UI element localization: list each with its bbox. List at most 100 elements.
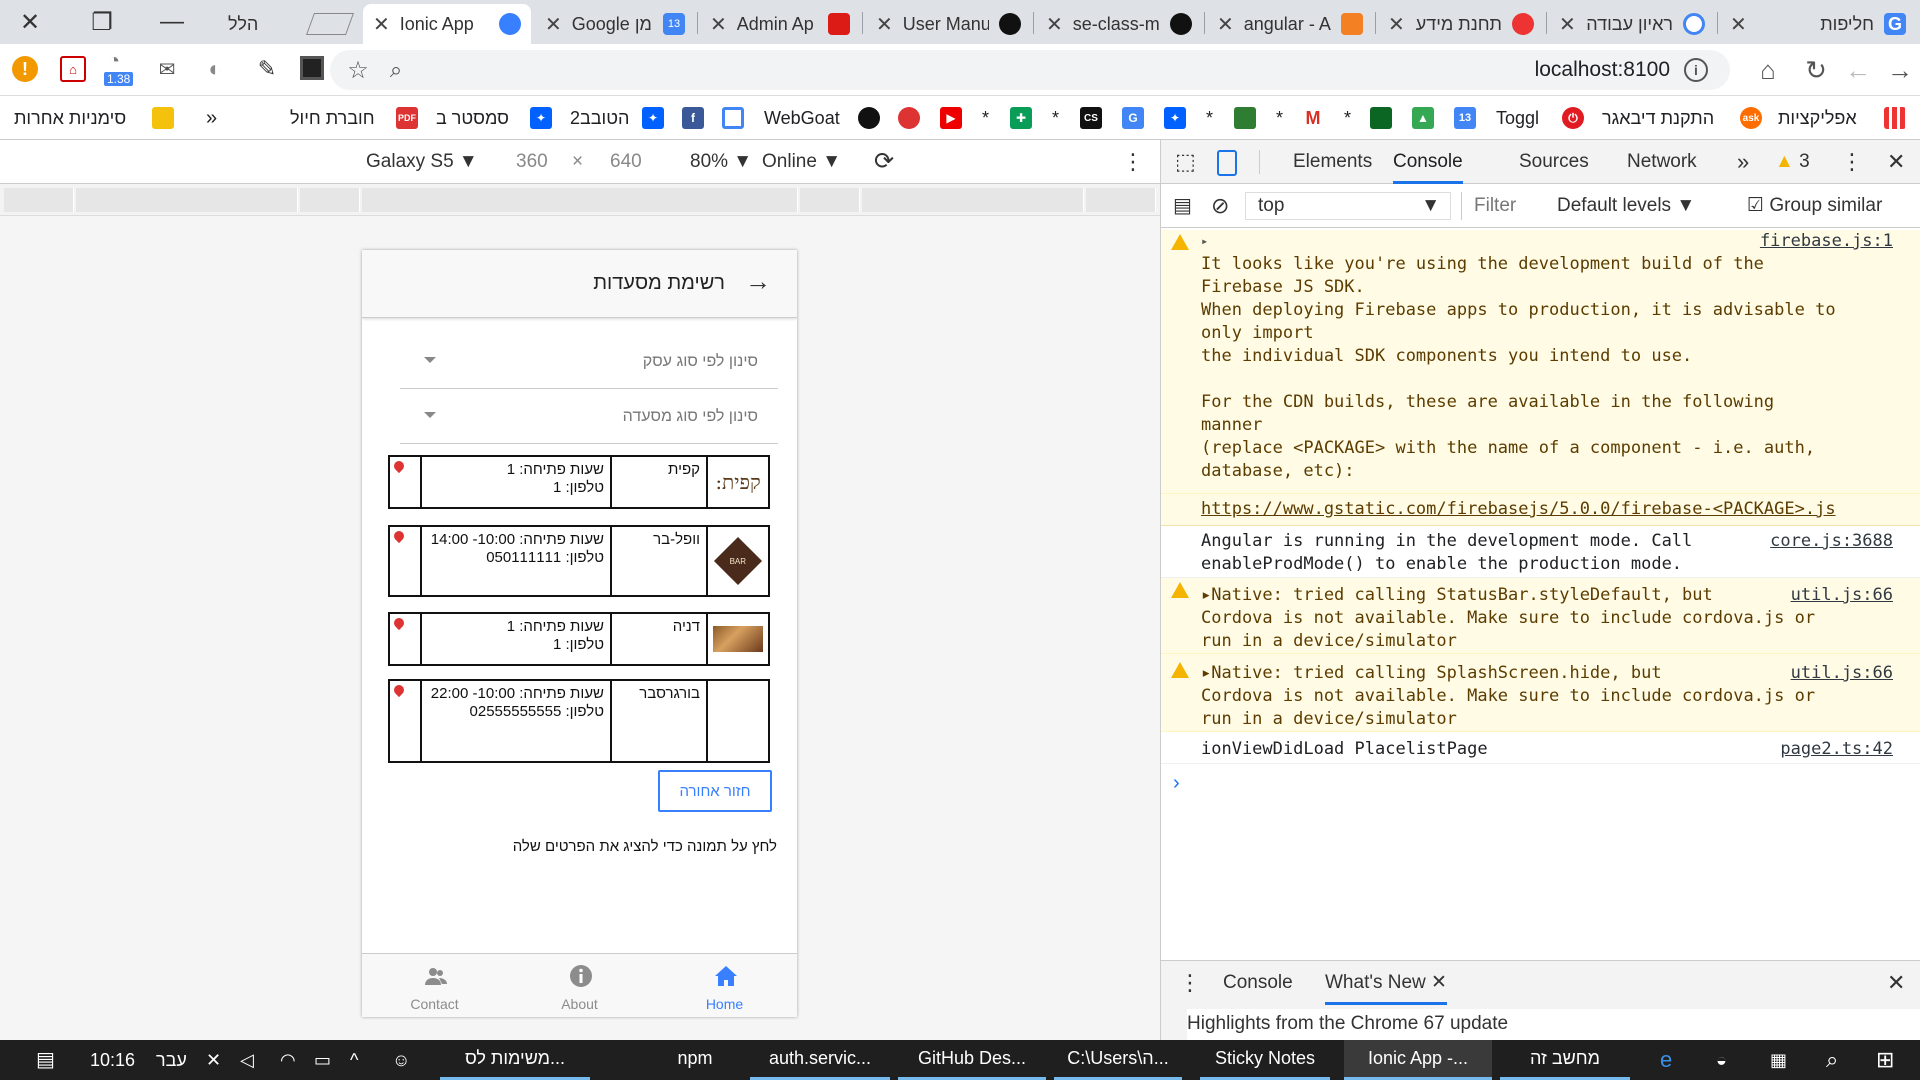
start-icon[interactable]: ⊞ — [1876, 1040, 1894, 1080]
message-source-link[interactable]: firebase.js:1 — [1760, 230, 1893, 253]
message-source-link[interactable]: core.js:3688 — [1770, 530, 1893, 553]
restaurant-row[interactable]: קפית: קפית שעות פתיחה: 1 טלפון: 1 — [388, 455, 770, 509]
bookmark-other[interactable]: סימניות אחרות — [14, 96, 126, 140]
close-tab-icon[interactable]: ✕ — [1217, 12, 1234, 37]
device-width-input[interactable]: 360 — [516, 140, 548, 184]
close-tab-icon[interactable]: ✕ — [545, 12, 562, 37]
message-source-link[interactable]: page2.ts:42 — [1780, 738, 1893, 761]
bookmark-hatovav[interactable]: הטובב2 — [570, 96, 629, 140]
screenshot-extension-icon[interactable] — [300, 56, 324, 80]
close-devtools-icon[interactable]: ✕ — [1887, 140, 1905, 184]
rotate-icon[interactable]: ⟳ — [874, 140, 894, 184]
drawer-tab-whats-new[interactable]: What's New ✕ — [1325, 961, 1447, 1005]
minimize-window-button[interactable]: — — [142, 0, 202, 44]
bookmark-webgoat[interactable]: WebGoat — [764, 96, 840, 140]
tab-angular-so[interactable]: ✕ angular - A — [1207, 4, 1373, 44]
restaurant-logo[interactable]: BAR — [706, 527, 768, 595]
restaurant-row[interactable]: דניה שעות פתיחה: 1 טלפון: 1 — [388, 612, 770, 666]
people-icon[interactable]: ☺ — [392, 1040, 410, 1080]
bookmark-semester-b[interactable]: סמסטר ב — [436, 96, 509, 140]
device-height-input[interactable]: 640 — [610, 140, 642, 184]
bookmark-star-4[interactable]: * — [1276, 96, 1283, 140]
close-tab-icon[interactable]: ✕ — [1730, 12, 1747, 37]
sidebar-toggle-icon[interactable]: ▤ — [1173, 184, 1192, 228]
cdn-link[interactable]: https://www.gstatic.com/firebasejs/5.0.0… — [1201, 498, 1836, 521]
wifi-icon[interactable]: ◠ — [280, 1040, 296, 1080]
device-more-icon[interactable]: ⋮ — [1122, 140, 1144, 184]
edge-icon[interactable]: e — [1660, 1040, 1672, 1080]
apps-grid-icon[interactable] — [1884, 107, 1906, 129]
taskbar-app-this-pc[interactable]: מחשב זה — [1500, 1040, 1630, 1080]
message-source-link[interactable]: util.js:66 — [1791, 662, 1893, 685]
omnibox[interactable]: ☆ ⌕ i localhost:8100 — [330, 50, 1730, 90]
drawer-menu-icon[interactable]: ⋮ — [1179, 961, 1201, 1005]
site-info-icon[interactable]: i — [1684, 58, 1708, 82]
task-view-icon[interactable]: ▦ — [1770, 1040, 1787, 1080]
clock[interactable]: 10:16 — [90, 1040, 135, 1080]
volume-icon[interactable]: ◁ — [240, 1040, 254, 1080]
bookmark-star-1[interactable]: * — [982, 96, 989, 140]
close-tab-icon[interactable]: ✕ — [710, 12, 727, 37]
map-pin-icon[interactable] — [390, 614, 420, 664]
input-language[interactable]: עבר — [156, 1040, 187, 1080]
tray-overflow-icon[interactable]: ^ — [350, 1040, 358, 1080]
bookmarks-overflow-button[interactable]: » — [206, 96, 217, 140]
tab-network[interactable]: Network — [1627, 140, 1697, 184]
close-tab-icon[interactable]: ✕ — [876, 12, 893, 37]
go-back-button[interactable]: חזור אחורה — [658, 770, 772, 812]
restaurant-photo[interactable] — [706, 614, 768, 664]
restaurant-type-filter[interactable]: סינון לפי סוג מסעדה — [400, 390, 778, 444]
tab-info-station[interactable]: ✕ תחנת מידע — [1378, 4, 1544, 44]
device-toggle-icon[interactable] — [1217, 140, 1241, 184]
map-pin-icon[interactable] — [390, 527, 420, 595]
bookmark-apps[interactable]: אפליקציות — [1778, 96, 1857, 140]
tab-console[interactable]: Console — [1393, 140, 1463, 184]
context-select[interactable]: top ▼ — [1245, 192, 1451, 220]
tab-home[interactable]: Home — [652, 954, 797, 1017]
pocket-icon[interactable]: ⌂ — [60, 56, 86, 82]
tab-admin-app[interactable]: ✕ Admin Ap — [700, 4, 860, 44]
taskbar-app-vscode[interactable]: auth.servic... — [750, 1040, 890, 1080]
console-filter-input[interactable]: Filter — [1461, 192, 1533, 220]
bookmark-toggl[interactable]: Toggl — [1496, 96, 1539, 140]
restaurant-row[interactable]: BAR וופל-בר שעות פתיחה: 10:00- 14:00 טלפ… — [388, 525, 770, 597]
clear-console-icon[interactable]: ⊘ — [1211, 184, 1229, 228]
restaurant-row[interactable]: בורגרסבר שעות פתיחה: 10:00- 22:00 טלפון:… — [388, 679, 770, 763]
alert-icon[interactable]: ! — [12, 56, 38, 82]
log-levels-select[interactable]: Default levels ▼ — [1557, 184, 1695, 228]
search-icon[interactable]: ⌕ — [382, 56, 410, 84]
business-type-filter[interactable]: סינון לפי סוג עסק — [400, 335, 778, 389]
mail-extension-icon[interactable]: ✉ — [154, 56, 180, 82]
bookmark-debugger-install[interactable]: התקנת דיבאגר — [1602, 96, 1714, 140]
map-pin-icon[interactable] — [390, 457, 420, 507]
back-icon[interactable]: → — [1884, 54, 1916, 86]
restore-window-button[interactable]: ❐ — [72, 0, 132, 44]
devtools-menu-icon[interactable]: ⋮ — [1841, 140, 1863, 184]
url-text[interactable]: localhost:8100 — [1535, 50, 1670, 90]
network-icon[interactable]: ✕ — [206, 1040, 221, 1080]
taskbar-app-npm[interactable]: npm — [650, 1040, 740, 1080]
group-similar-checkbox[interactable]: ☑ Group similar — [1747, 184, 1882, 228]
forward-icon[interactable]: ← — [1842, 54, 1874, 86]
restaurant-logo[interactable]: קפית: — [706, 457, 768, 507]
close-tab-icon[interactable]: ✕ — [1388, 12, 1405, 37]
taskbar-app-sticky-notes[interactable]: Sticky Notes — [1200, 1040, 1330, 1080]
home-icon[interactable]: ⌂ — [1752, 54, 1784, 86]
tab-hallel[interactable]: הלל — [218, 4, 288, 44]
inspect-element-icon[interactable]: ⬚ — [1175, 140, 1196, 184]
tab-elements[interactable]: Elements — [1293, 140, 1372, 184]
back-arrow-icon[interactable]: → — [745, 266, 771, 297]
taskbar-app-github-desktop[interactable]: GitHub Des... — [898, 1040, 1046, 1080]
zoom-select[interactable]: 80% ▼ — [690, 140, 752, 184]
tab-ionic-app[interactable]: ✕ Ionic App — [363, 4, 531, 44]
bookmark-hovrat-hiyul[interactable]: חוברת חיול — [290, 96, 375, 140]
taskbar-app-explorer-path[interactable]: C:\Users\ה... — [1054, 1040, 1182, 1080]
close-tab-icon[interactable]: ✕ — [373, 12, 390, 37]
search-icon[interactable]: ⌕ — [1826, 1040, 1838, 1080]
battery-icon[interactable]: ▭ — [314, 1040, 331, 1080]
tab-new[interactable] — [300, 4, 360, 44]
tab-sources[interactable]: Sources — [1519, 140, 1589, 184]
device-select[interactable]: Galaxy S5 ▼ — [366, 140, 478, 184]
bookmark-star-2[interactable]: * — [1052, 96, 1059, 140]
drawer-tab-console[interactable]: Console — [1223, 961, 1293, 1005]
